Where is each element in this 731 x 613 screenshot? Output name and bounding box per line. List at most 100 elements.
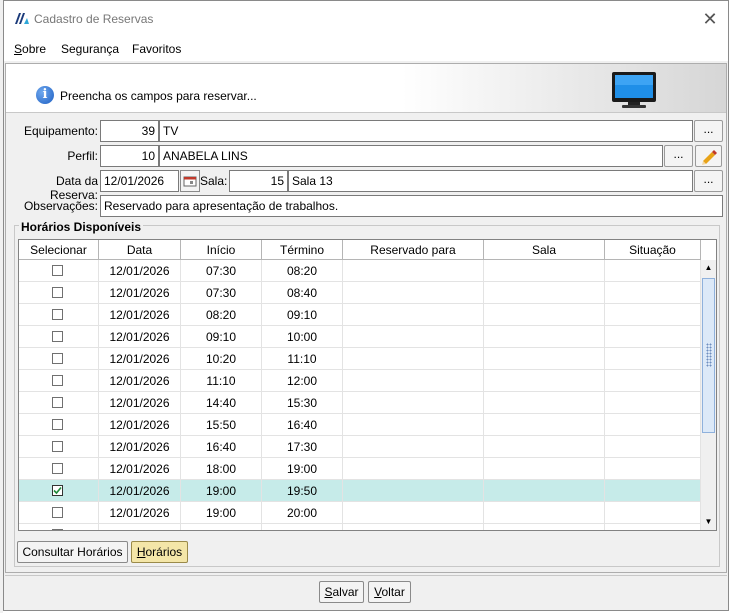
select-cell[interactable] xyxy=(19,458,99,480)
select-checkbox[interactable] xyxy=(52,419,63,430)
select-checkbox[interactable] xyxy=(52,507,63,518)
reservado-cell xyxy=(343,304,484,326)
edit-icon[interactable] xyxy=(695,145,722,167)
select-cell[interactable] xyxy=(19,392,99,414)
table-row[interactable]: 12/01/2026 07:30 08:20 xyxy=(19,260,701,282)
data-cell: 12/01/2026 xyxy=(99,260,181,282)
reservado-cell xyxy=(343,392,484,414)
grid-scrollbar[interactable]: ▲ ▼ xyxy=(701,260,716,530)
data-reserva-field[interactable]: 12/01/2026 xyxy=(100,170,179,192)
termino-cell: 09:10 xyxy=(262,304,343,326)
select-cell[interactable] xyxy=(19,480,99,502)
col-header-reservado[interactable]: Reservado para xyxy=(343,240,484,260)
table-row[interactable]: 12/01/2026 08:20 09:10 xyxy=(19,304,701,326)
data-cell: 12/01/2026 xyxy=(99,436,181,458)
select-cell[interactable] xyxy=(19,502,99,524)
footer-divider xyxy=(5,575,727,576)
table-row[interactable]: 12/01/202619:0020:40 xyxy=(19,524,701,530)
select-checkbox[interactable] xyxy=(52,265,63,276)
select-checkbox[interactable] xyxy=(52,287,63,298)
sala-code-field[interactable]: 15 xyxy=(229,170,288,192)
col-header-inicio[interactable]: Início xyxy=(181,240,262,260)
table-row[interactable]: 12/01/2026 10:20 11:10 xyxy=(19,348,701,370)
select-cell[interactable] xyxy=(19,436,99,458)
perfil-code-field[interactable]: 10 xyxy=(100,145,159,167)
reservado-cell xyxy=(343,370,484,392)
termino-cell: 19:50 xyxy=(262,480,343,502)
select-checkbox[interactable] xyxy=(52,309,63,320)
equipamento-lookup-button[interactable]: ... xyxy=(694,120,723,142)
col-header-termino[interactable]: Término xyxy=(262,240,343,260)
menu-sobre[interactable]: Sobre xyxy=(14,42,46,56)
salvar-button[interactable]: Salvar xyxy=(319,581,364,603)
col-header-sala[interactable]: Sala xyxy=(484,240,605,260)
select-cell[interactable] xyxy=(19,326,99,348)
situacao-cell xyxy=(605,458,701,480)
select-checkbox[interactable] xyxy=(52,331,63,342)
select-checkbox[interactable] xyxy=(52,397,63,408)
equipamento-code-field[interactable]: 39 xyxy=(100,120,159,142)
perfil-lookup-button[interactable]: ... xyxy=(664,145,693,167)
sala-label: Sala: xyxy=(200,174,228,188)
data-reserva-label: Data da Reserva: xyxy=(49,174,98,202)
data-cell: 12/01/2026 xyxy=(99,524,181,530)
sala-cell xyxy=(484,414,605,436)
title-bar: Cadastro de Reservas ✕ xyxy=(4,1,728,37)
select-cell[interactable] xyxy=(19,524,99,530)
equipamento-name-field[interactable]: TV xyxy=(159,120,693,142)
select-cell[interactable] xyxy=(19,370,99,392)
select-cell[interactable] xyxy=(19,348,99,370)
consultar-horarios-button[interactable]: Consultar Horários xyxy=(17,541,128,563)
data-cell: 12/01/2026 xyxy=(99,502,181,524)
data-cell: 12/01/2026 xyxy=(99,414,181,436)
select-checkbox[interactable] xyxy=(52,463,63,474)
table-row[interactable]: 12/01/2026 07:30 08:40 xyxy=(19,282,701,304)
menu-seguranca[interactable]: Segurança xyxy=(61,42,119,56)
observacoes-field[interactable]: Reservado para apresentação de trabalhos… xyxy=(100,195,723,217)
table-row[interactable]: 12/01/2026 09:10 10:00 xyxy=(19,326,701,348)
reservado-cell xyxy=(343,502,484,524)
table-row[interactable]: 12/01/2026 19:00 19:50 xyxy=(19,480,701,502)
voltar-button[interactable]: Voltar xyxy=(368,581,411,603)
sala-cell xyxy=(484,436,605,458)
table-row[interactable]: 12/01/2026 11:10 12:00 xyxy=(19,370,701,392)
scroll-up-icon[interactable]: ▲ xyxy=(701,260,716,276)
col-header-selecionar[interactable]: Selecionar xyxy=(19,240,99,260)
select-checkbox[interactable] xyxy=(52,529,63,530)
perfil-name-field[interactable]: ANABELA LINS xyxy=(159,145,663,167)
select-checkbox[interactable] xyxy=(52,441,63,452)
table-row[interactable]: 12/01/2026 18:00 19:00 xyxy=(19,458,701,480)
horarios-button[interactable]: Horários xyxy=(131,541,188,563)
select-checkbox[interactable] xyxy=(52,353,63,364)
table-row[interactable]: 12/01/2026 15:50 16:40 xyxy=(19,414,701,436)
menu-favoritos[interactable]: Favoritos xyxy=(132,42,181,56)
select-cell[interactable] xyxy=(19,414,99,436)
menu-bar: Sobre Segurança Favoritos xyxy=(4,37,728,61)
select-cell[interactable] xyxy=(19,260,99,282)
sala-cell xyxy=(484,304,605,326)
termino-cell: 16:40 xyxy=(262,414,343,436)
select-cell[interactable] xyxy=(19,282,99,304)
data-cell: 12/01/2026 xyxy=(99,326,181,348)
col-header-situacao[interactable]: Situação xyxy=(605,240,701,260)
inicio-cell: 07:30 xyxy=(181,282,262,304)
sala-lookup-button[interactable]: ... xyxy=(694,170,723,192)
select-checkbox[interactable] xyxy=(52,485,63,496)
scroll-down-icon[interactable]: ▼ xyxy=(701,514,716,530)
reservado-cell xyxy=(343,524,484,530)
select-cell[interactable] xyxy=(19,304,99,326)
sala-name-field[interactable]: Sala 13 xyxy=(288,170,693,192)
termino-cell: 08:20 xyxy=(262,260,343,282)
close-icon[interactable]: ✕ xyxy=(692,1,728,37)
data-cell: 12/01/2026 xyxy=(99,348,181,370)
table-row[interactable]: 12/01/2026 16:40 17:30 xyxy=(19,436,701,458)
calendar-icon[interactable] xyxy=(180,170,200,192)
table-row[interactable]: 12/01/2026 14:40 15:30 xyxy=(19,392,701,414)
situacao-cell xyxy=(605,348,701,370)
situacao-cell xyxy=(605,436,701,458)
table-row[interactable]: 12/01/2026 19:00 20:00 xyxy=(19,502,701,524)
select-checkbox[interactable] xyxy=(52,375,63,386)
info-icon: i xyxy=(36,86,54,104)
col-header-data[interactable]: Data xyxy=(99,240,181,260)
scroll-thumb[interactable] xyxy=(702,278,715,433)
